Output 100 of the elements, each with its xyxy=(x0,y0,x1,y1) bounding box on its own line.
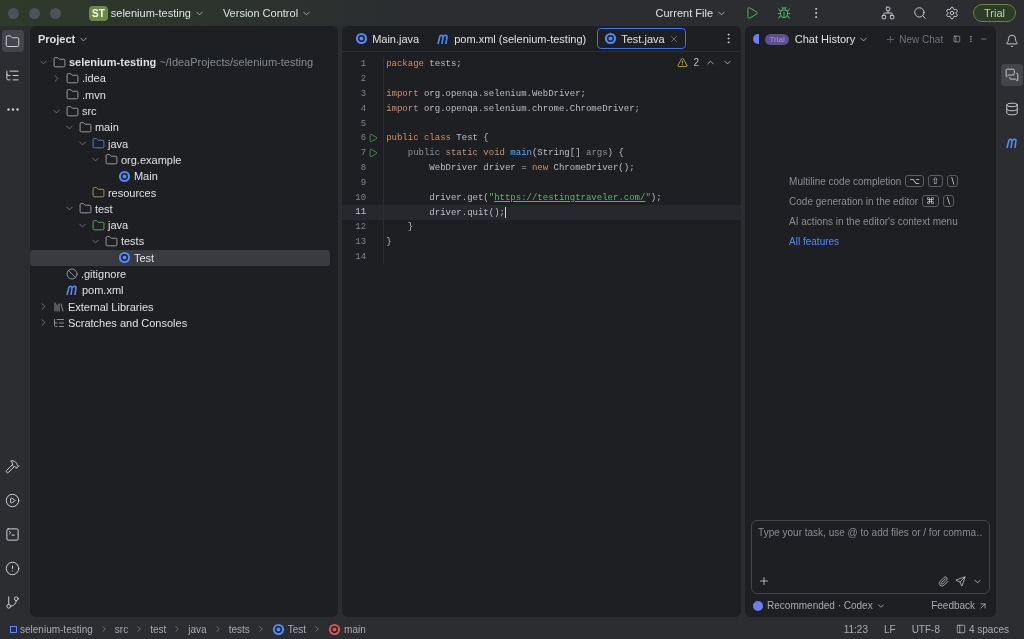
package-folder-icon xyxy=(104,234,118,248)
folder-icon xyxy=(65,88,79,102)
tree-item-label: resources xyxy=(107,186,157,199)
editor-tab[interactable]: pom.xml (selenium-testing) xyxy=(430,28,594,49)
tree-item[interactable]: Main xyxy=(29,168,331,185)
tree-item-label: selenium-testing xyxy=(68,56,157,69)
class-icon xyxy=(355,32,369,45)
tree-item[interactable]: Test xyxy=(29,249,331,266)
caret-position[interactable]: 11:23 xyxy=(838,623,873,635)
tree-item-label: Scratches and Consoles xyxy=(67,316,188,329)
breadcrumb[interactable]: main xyxy=(328,622,366,636)
more-icon xyxy=(6,107,19,111)
code-line: driver.quit(); xyxy=(428,206,506,218)
tree-item[interactable]: org.example xyxy=(29,151,331,169)
shortcut-key: ⌘ xyxy=(922,195,940,207)
breadcrumb[interactable]: selenium-testing xyxy=(10,623,93,635)
editor-tab[interactable]: Main.java xyxy=(348,28,427,49)
ignore-file-icon xyxy=(65,268,78,280)
panel-icon xyxy=(953,33,961,45)
search-icon xyxy=(913,6,927,20)
tree-item[interactable]: tests xyxy=(29,233,331,250)
plus-icon xyxy=(758,575,771,587)
shortcut-key: \ xyxy=(947,175,959,187)
code-line: } xyxy=(385,236,392,247)
database-icon xyxy=(1005,102,1020,116)
trial-button[interactable]: Trial xyxy=(973,4,1016,22)
editor-tab[interactable]: Test.java xyxy=(597,28,686,49)
feedback-link[interactable]: Feedback xyxy=(931,600,989,611)
method-icon xyxy=(328,622,342,636)
line-number: 6 xyxy=(359,133,367,144)
terminal-icon xyxy=(5,526,21,542)
run-configuration[interactable]: Current File xyxy=(651,5,731,21)
tree-item[interactable]: .mvn xyxy=(29,86,331,103)
shortcut-key: ⌥ xyxy=(905,175,924,187)
line-number: 5 xyxy=(359,118,367,129)
model-selector[interactable]: Recommended · Codex xyxy=(767,600,886,611)
chat-input[interactable]: Type your task, use @ to add files or / for comma… xyxy=(758,527,984,538)
class-icon xyxy=(271,622,285,636)
project-switcher[interactable]: ST selenium-testing xyxy=(85,3,209,23)
tree-item-label: java xyxy=(107,137,129,150)
file-encoding[interactable]: UTF-8 xyxy=(906,623,945,635)
maven-icon xyxy=(1005,137,1019,149)
code-line: import org.openqa.selenium.chrome.ChromeDriver; xyxy=(385,103,640,114)
debug-icon xyxy=(777,6,791,20)
vcs-menu[interactable]: Version Control xyxy=(218,5,317,21)
code-line: package tests; xyxy=(385,59,462,70)
tree-item-label: .gitignore xyxy=(80,268,127,280)
run-icon xyxy=(745,6,759,20)
tree-item[interactable]: src xyxy=(29,102,331,120)
tree-item[interactable]: java xyxy=(29,216,331,234)
tree-item-label: .idea xyxy=(81,72,106,85)
settings-icon xyxy=(945,6,959,20)
tree-item-label: Main xyxy=(133,170,158,183)
line-number: 7 xyxy=(359,148,367,159)
tree-item[interactable]: Scratches and Consoles xyxy=(29,314,331,332)
tree-item[interactable]: .idea xyxy=(29,70,331,87)
chat-icon xyxy=(1005,68,1020,82)
all-features-link[interactable]: All features xyxy=(789,235,840,247)
code-line: } xyxy=(406,222,414,233)
code-line: public static void main(String[] args) { xyxy=(406,148,624,159)
tree-item-label: main xyxy=(94,121,119,134)
structure-icon xyxy=(5,67,21,83)
chat-history-menu[interactable]: Chat History xyxy=(794,33,870,45)
indent-setting[interactable]: 4 spaces xyxy=(950,623,1014,635)
tree-item[interactable]: main xyxy=(29,119,331,136)
line-number: 4 xyxy=(359,103,367,114)
ai-chat-tool-button[interactable] xyxy=(1001,64,1024,86)
breadcrumb[interactable]: tests xyxy=(228,623,250,635)
project-tool-button[interactable] xyxy=(1,30,24,52)
tree-item[interactable]: External Libraries xyxy=(29,298,331,315)
class-icon xyxy=(117,169,131,183)
code-line: WebDriver driver = new ChromeDriver(); xyxy=(428,162,635,173)
problems-icon xyxy=(5,560,21,576)
tree-item[interactable]: .gitignore xyxy=(29,265,331,283)
breadcrumb[interactable]: Test xyxy=(271,622,307,636)
tree-item[interactable]: pom.xml xyxy=(29,282,331,299)
resources-folder-icon xyxy=(91,186,105,199)
shortcut-key: \ xyxy=(943,195,955,207)
tree-item[interactable]: resources xyxy=(29,184,331,201)
breadcrumb[interactable]: test xyxy=(150,623,167,635)
tree-item-label: pom.xml xyxy=(81,284,124,297)
tree-item[interactable]: test xyxy=(29,200,331,217)
module-folder-icon xyxy=(52,55,66,69)
maven-icon xyxy=(65,284,79,297)
line-ending[interactable]: LF xyxy=(878,623,901,635)
warning-count: 2 xyxy=(693,57,700,68)
breadcrumb[interactable]: src xyxy=(114,623,129,635)
close-icon xyxy=(668,33,679,44)
line-number: 14 xyxy=(354,251,367,262)
source-folder-icon xyxy=(91,137,105,151)
new-chat-button[interactable]: New Chat xyxy=(881,31,948,47)
project-panel-title[interactable]: Project xyxy=(37,33,90,45)
feature-hint: Code generation in the editor xyxy=(789,195,919,207)
tree-item[interactable]: selenium-testing ~/IdeaProjects/selenium-testing xyxy=(29,54,331,71)
line-number: 8 xyxy=(359,162,367,173)
tree-item-label: External Libraries xyxy=(67,300,154,313)
breadcrumb[interactable]: java xyxy=(188,623,207,635)
tree-item[interactable]: java xyxy=(29,135,331,152)
test-folder-icon xyxy=(91,218,105,232)
package-folder-icon xyxy=(104,153,118,167)
